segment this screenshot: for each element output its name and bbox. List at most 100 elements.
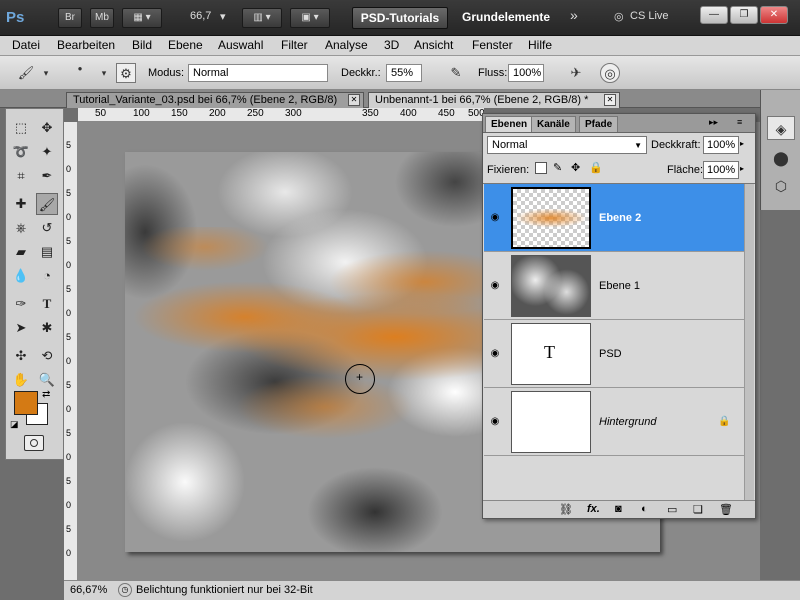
brush-panel-icon[interactable]: ⚙ xyxy=(116,63,136,83)
brush-picker-dropdown-icon[interactable]: ▾ xyxy=(94,63,114,83)
airbrush-icon[interactable]: ✈ xyxy=(566,63,586,83)
lasso-tool-icon[interactable]: ➰ xyxy=(10,141,32,163)
visibility-eye-icon[interactable]: ◉ xyxy=(488,280,502,292)
tab-pfade[interactable]: Pfade xyxy=(579,116,619,132)
opacity-pressure-icon[interactable]: ✎ xyxy=(446,63,466,83)
panel-menu-icon[interactable]: ≡ xyxy=(737,117,742,127)
visibility-eye-icon[interactable]: ◉ xyxy=(488,416,502,428)
move-tool-icon[interactable]: ✥ xyxy=(36,117,58,139)
zoom-tool-icon[interactable]: 🔍 xyxy=(36,369,58,391)
lock-transparency-icon[interactable] xyxy=(535,162,547,174)
tablet-pressure-icon[interactable]: ◎ xyxy=(600,63,620,83)
menu-auswahl[interactable]: Auswahl xyxy=(218,38,263,52)
maximize-button[interactable]: ❐ xyxy=(730,6,758,24)
visibility-eye-icon[interactable]: ◉ xyxy=(488,212,502,224)
blend-mode-select[interactable]: Normal ▼ xyxy=(487,136,647,154)
crop-tool-icon[interactable]: ⌗ xyxy=(10,165,32,187)
brush-tip-icon[interactable]: ● xyxy=(70,59,90,79)
clone-stamp-icon[interactable]: ⎈ xyxy=(10,217,32,239)
magic-wand-icon[interactable]: ✦ xyxy=(36,141,58,163)
swap-colors-icon[interactable]: ⇄ xyxy=(42,389,50,400)
menu-ebene[interactable]: Ebene xyxy=(168,38,203,52)
layer-row-ebene-1[interactable]: ◉ Ebene 1 xyxy=(484,252,744,320)
layers-panel-icon[interactable]: ◈ xyxy=(767,116,795,140)
close-tab-icon[interactable]: ✕ xyxy=(348,94,360,106)
arrange-documents-button[interactable]: ▥ ▾ xyxy=(242,8,282,28)
quick-mask-icon[interactable] xyxy=(24,435,44,451)
cs-live-label[interactable]: CS Live xyxy=(630,10,669,22)
layer-style-button[interactable]: fx. xyxy=(587,503,600,515)
layer-mask-icon[interactable]: ◙ xyxy=(615,503,622,515)
gradient-tool-icon[interactable]: ▤ xyxy=(36,241,58,263)
brush-tool-preset-icon[interactable]: 🖌 xyxy=(16,63,36,83)
brush-tool-icon[interactable]: 🖌 xyxy=(36,193,58,215)
dodge-tool-icon[interactable]: ◔ xyxy=(36,265,58,287)
lock-pixels-icon[interactable]: ✎ xyxy=(553,161,562,174)
foreground-color-swatch[interactable] xyxy=(14,391,38,415)
menu-3d[interactable]: 3D xyxy=(384,38,399,52)
tab-unbenannt[interactable]: Unbenannt-1 bei 66,7% (Ebene 2, RGB/8) *… xyxy=(368,92,620,108)
path-selection-icon[interactable]: ➤ xyxy=(10,317,32,339)
status-zoom[interactable]: 66,67% xyxy=(70,584,107,596)
collapse-panel-icon[interactable]: ▸▸ xyxy=(709,117,718,128)
layer-row-ebene-2[interactable]: ◉ Ebene 2 xyxy=(484,184,744,252)
more-workspaces-button[interactable]: » xyxy=(570,7,578,23)
marquee-tool-icon[interactable]: ⬚ xyxy=(10,117,32,139)
flow-input[interactable]: 100% xyxy=(508,64,544,82)
opacity-input[interactable]: 55% xyxy=(386,64,422,82)
cs-live-icon[interactable]: ◎ xyxy=(614,10,624,23)
healing-brush-icon[interactable]: ✚ xyxy=(10,193,32,215)
adjustment-layer-icon[interactable]: ◐ xyxy=(641,503,648,515)
opacity-slider-icon[interactable]: ▸ xyxy=(740,139,744,148)
workspace-grundelemente[interactable]: Grundelemente xyxy=(456,7,556,29)
status-info-icon[interactable]: ◷ xyxy=(118,583,132,597)
adjustments-panel-icon[interactable]: ⬡ xyxy=(767,174,795,198)
lock-position-icon[interactable]: ✥ xyxy=(571,161,580,174)
pen-tool-icon[interactable]: ✑ xyxy=(10,293,32,315)
menu-ansicht[interactable]: Ansicht xyxy=(414,38,453,52)
workspace-psd-tutorials[interactable]: PSD-Tutorials xyxy=(352,7,448,29)
bridge-button[interactable]: Br xyxy=(58,8,82,28)
fill-slider-icon[interactable]: ▸ xyxy=(740,164,744,173)
view-extras-button[interactable]: ▦ ▾ xyxy=(122,8,162,28)
tab-ebenen[interactable]: Ebenen xyxy=(485,116,534,132)
lock-all-icon[interactable]: 🔒 xyxy=(589,161,603,174)
menu-filter[interactable]: Filter xyxy=(281,38,308,52)
3d-orbit-icon[interactable]: ⟲ xyxy=(36,345,58,367)
history-brush-icon[interactable]: ↺ xyxy=(36,217,58,239)
close-button[interactable]: ✕ xyxy=(760,6,788,24)
menu-bild[interactable]: Bild xyxy=(132,38,152,52)
color-panel-icon[interactable]: ⬤ xyxy=(767,146,795,170)
preset-dropdown-icon[interactable]: ▾ xyxy=(36,63,56,83)
link-layers-icon[interactable]: ⛓ xyxy=(559,503,573,516)
layer-row-psd[interactable]: ◉ T PSD xyxy=(484,320,744,388)
mini-bridge-button[interactable]: Mb xyxy=(90,8,114,28)
visibility-eye-icon[interactable]: ◉ xyxy=(488,348,502,360)
hand-tool-icon[interactable]: ✋ xyxy=(10,369,32,391)
menu-analyse[interactable]: Analyse xyxy=(325,38,368,52)
fill-input[interactable]: 100% xyxy=(703,161,739,179)
delete-layer-icon[interactable]: 🗑 xyxy=(719,503,733,516)
screen-mode-button[interactable]: ▣ ▾ xyxy=(290,8,330,28)
eyedropper-icon[interactable]: ✒ xyxy=(36,165,58,187)
layer-row-hintergrund[interactable]: ◉ Hintergrund 🔒 xyxy=(484,388,744,456)
zoom-dropdown-icon[interactable]: ▾ xyxy=(220,10,226,23)
new-group-icon[interactable]: ▭ xyxy=(667,503,677,516)
close-tab-icon[interactable]: ✕ xyxy=(604,94,616,106)
menu-datei[interactable]: Datei xyxy=(12,38,40,52)
modus-select[interactable]: Normal xyxy=(188,64,328,82)
tab-tutorial-variante[interactable]: Tutorial_Variante_03.psd bei 66,7% (Eben… xyxy=(66,92,364,108)
layer-list-scrollbar[interactable] xyxy=(744,184,754,504)
new-layer-icon[interactable]: ❏ xyxy=(693,503,703,516)
minimize-button[interactable]: — xyxy=(700,6,728,24)
default-colors-icon[interactable]: ◪ xyxy=(10,419,19,430)
layer-opacity-input[interactable]: 100% xyxy=(703,136,739,154)
tab-kanaele[interactable]: Kanäle xyxy=(531,116,576,132)
type-tool-icon[interactable]: T xyxy=(36,293,58,315)
3d-rotate-icon[interactable]: ✣ xyxy=(10,345,32,367)
menu-bearbeiten[interactable]: Bearbeiten xyxy=(57,38,115,52)
eraser-icon[interactable]: ▰ xyxy=(10,241,32,263)
zoom-level[interactable]: 66,7 xyxy=(190,10,211,22)
menu-hilfe[interactable]: Hilfe xyxy=(528,38,552,52)
blur-tool-icon[interactable]: 💧 xyxy=(10,265,32,287)
